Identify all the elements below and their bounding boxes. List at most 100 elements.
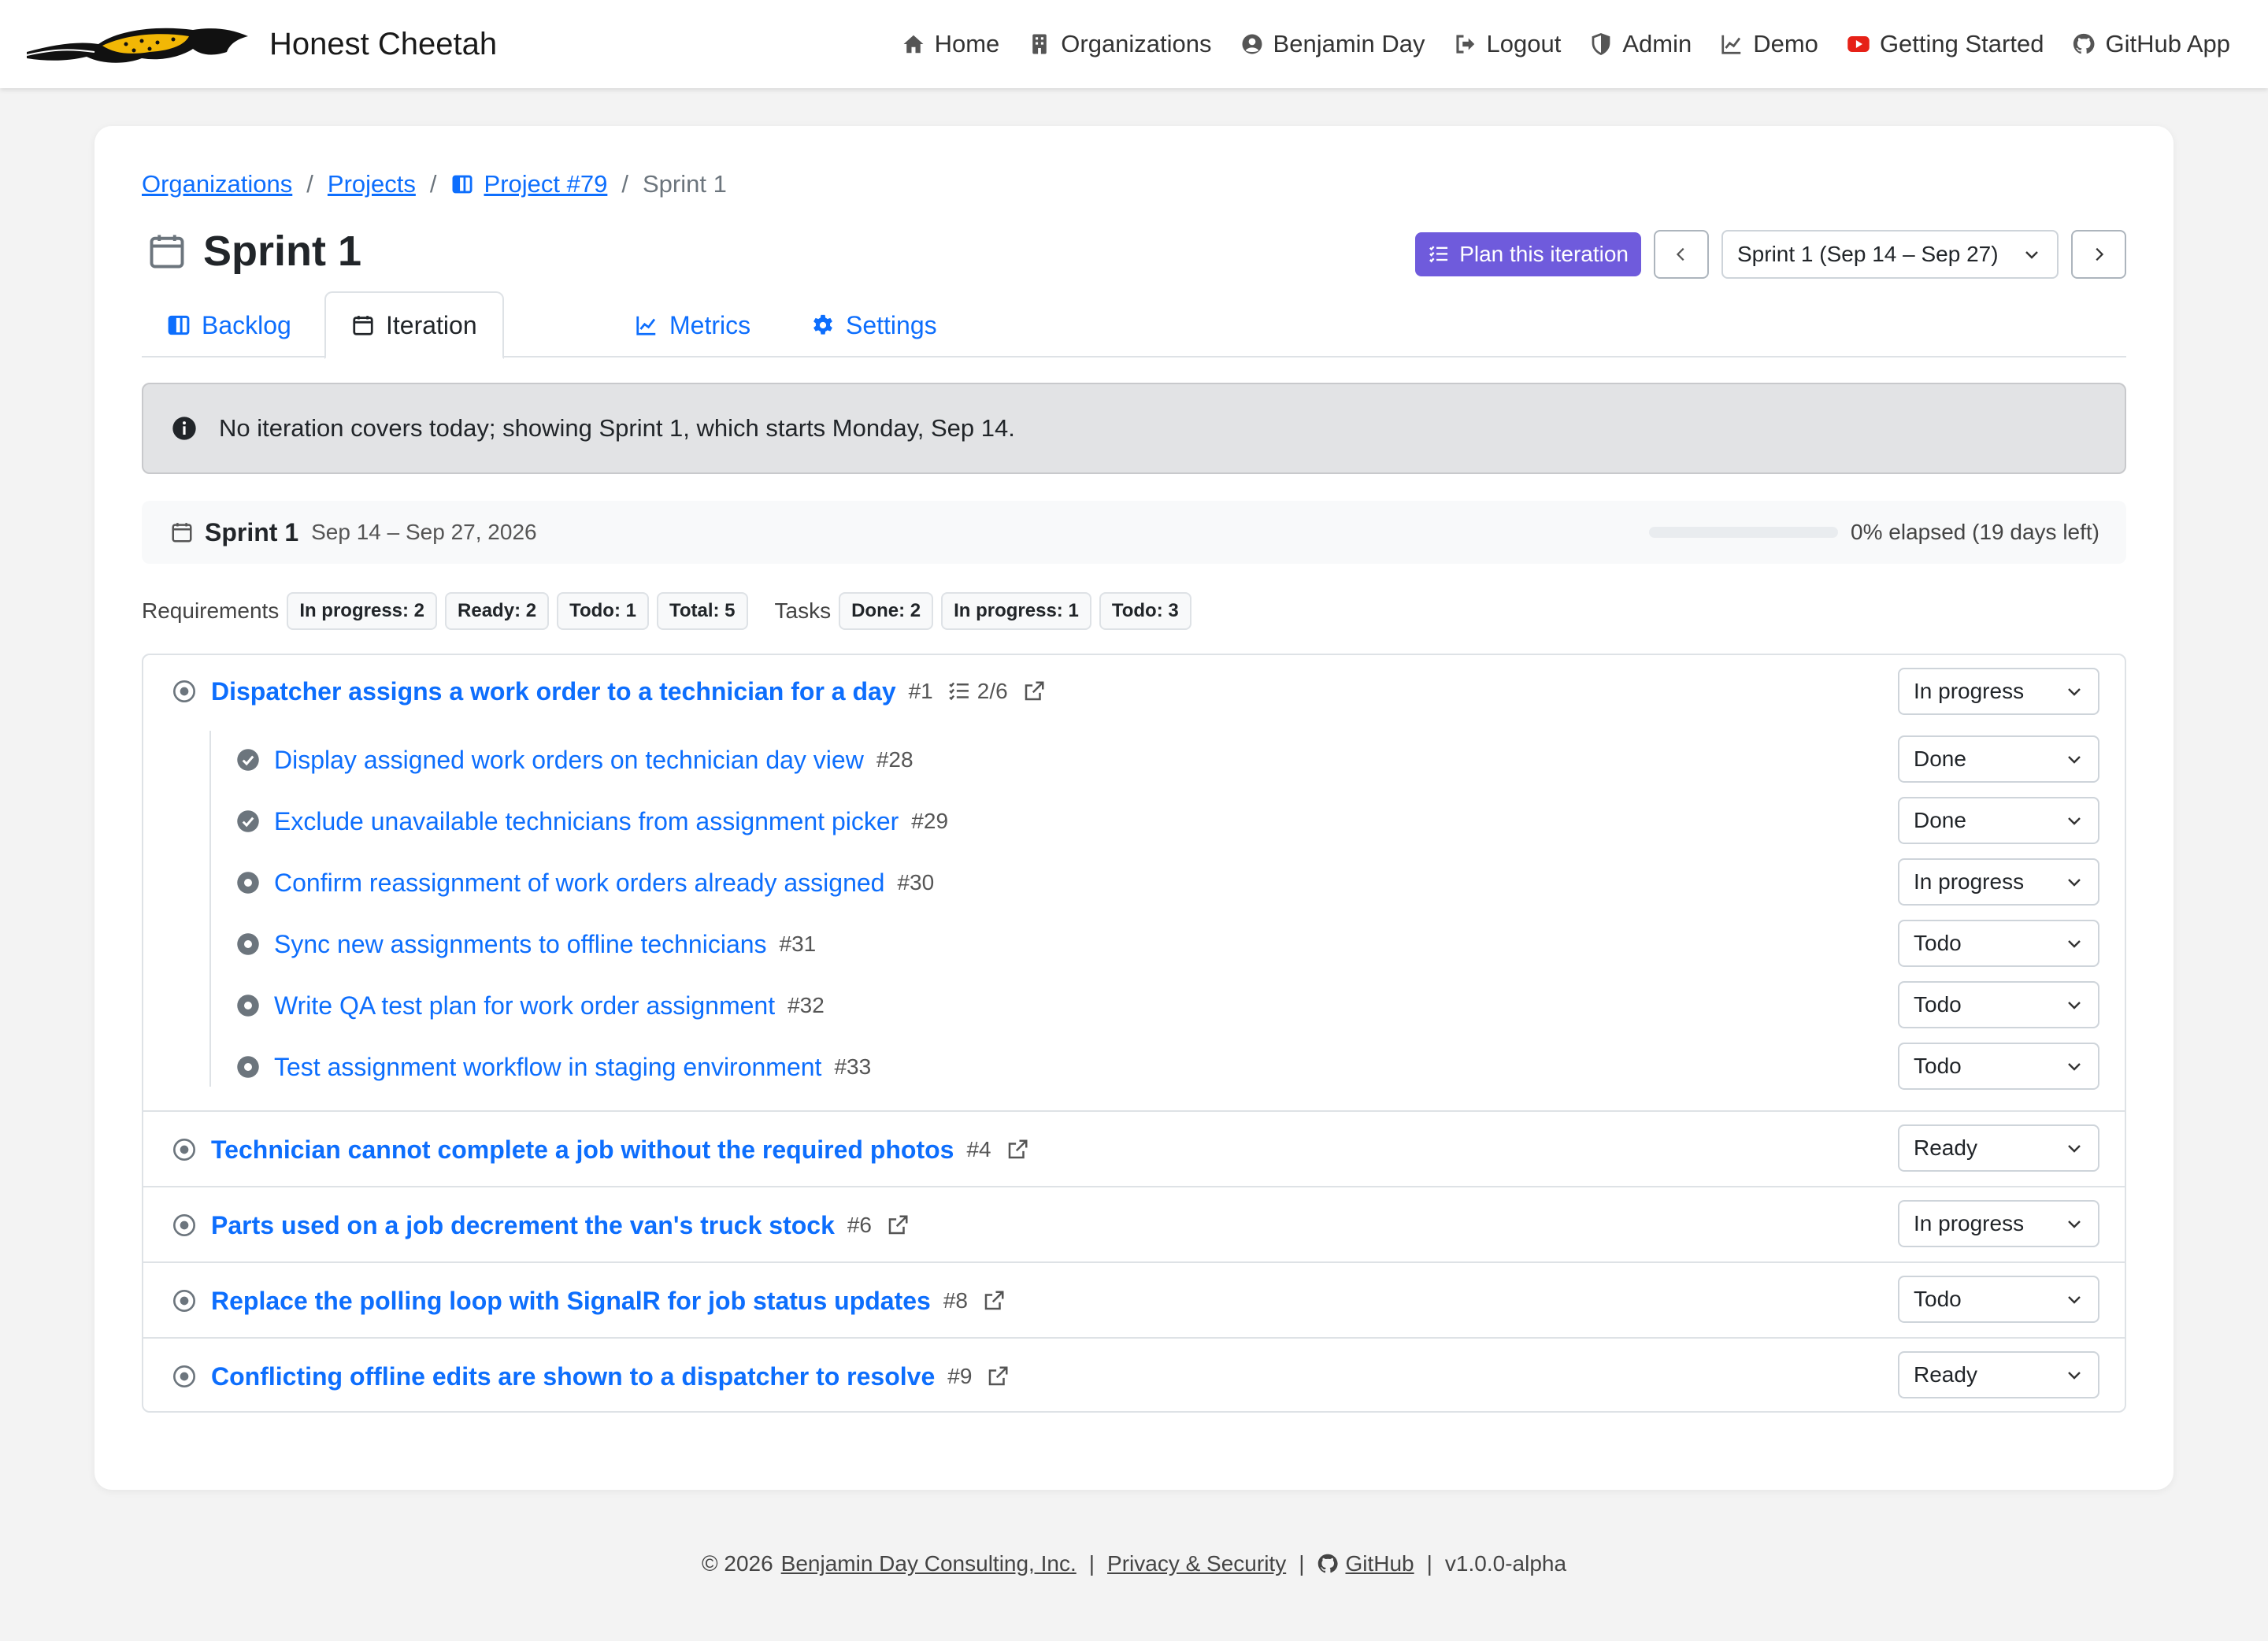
tab-settings-label: Settings	[846, 310, 937, 339]
requirement-title-link[interactable]: Technician cannot complete a job without…	[211, 1135, 954, 1165]
requirement-title-link[interactable]: Dispatcher assigns a work order to a tec…	[211, 677, 896, 706]
task-row: Test assignment workflow in staging envi…	[143, 1036, 2125, 1098]
elapsed-label: 0% elapsed (19 days left)	[1851, 520, 2099, 544]
task-title-link[interactable]: Display assigned work orders on technici…	[274, 746, 864, 775]
requirement-header: Parts used on a job decrement the van's …	[172, 1202, 910, 1249]
header-actions: Plan this iteration Sprint 1 (Sep 14 – S…	[1415, 230, 2126, 279]
footer-privacy-link[interactable]: Privacy & Security	[1107, 1551, 1286, 1576]
tab-iteration[interactable]: Iteration	[324, 291, 504, 359]
requirement-title-link[interactable]: Replace the polling loop with SignalR fo…	[211, 1287, 931, 1316]
top-navbar: Honest Cheetah Home Organizations Benjam…	[0, 0, 2268, 88]
tab-settings[interactable]: Settings	[786, 291, 962, 359]
previous-iteration-button[interactable]	[1654, 230, 1709, 279]
requirement-header: Technician cannot complete a job without…	[172, 1126, 1029, 1173]
nav-getting-started-label: Getting Started	[1879, 30, 2044, 57]
nav-admin[interactable]: Admin	[1589, 30, 1692, 58]
task-status-value: Todo	[1914, 992, 1962, 1017]
task-status-select[interactable]: Todo	[1898, 981, 2099, 1028]
requirement-number: #1	[908, 679, 933, 703]
breadcrumb-organizations[interactable]: Organizations	[142, 170, 292, 198]
nav-home[interactable]: Home	[902, 30, 999, 58]
task-title-link[interactable]: Test assignment workflow in staging envi…	[274, 1053, 821, 1082]
task-title-link[interactable]: Confirm reassignment of work orders alre…	[274, 869, 884, 898]
requirements-ready-badge: Ready: 2	[445, 592, 550, 630]
requirement-status-value: In progress	[1914, 1211, 2025, 1235]
requirement-status-icon	[173, 1214, 195, 1236]
nav-logout[interactable]: Logout	[1454, 30, 1561, 58]
task-status-select[interactable]: Todo	[1898, 1043, 2099, 1090]
task-number: #30	[897, 870, 935, 895]
info-icon	[172, 417, 196, 440]
sprint-dates: Sep 14 – Sep 27, 2026	[311, 520, 537, 544]
requirement-status-select[interactable]: In progress	[1898, 668, 2099, 715]
nav-github-app-label: GitHub App	[2105, 30, 2230, 57]
task-status-select[interactable]: In progress	[1898, 858, 2099, 906]
breadcrumb-current: Sprint 1	[642, 170, 727, 198]
external-link-icon[interactable]	[1022, 680, 1046, 703]
breadcrumb-projects[interactable]: Projects	[328, 170, 416, 198]
plan-iteration-button[interactable]: Plan this iteration	[1415, 232, 1641, 276]
task-status-select[interactable]: Todo	[1898, 920, 2099, 967]
task-status-select[interactable]: Done	[1898, 797, 2099, 844]
chevron-left-icon	[1676, 247, 1684, 261]
nav-organizations[interactable]: Organizations	[1028, 30, 1212, 58]
github-icon	[1318, 1554, 1339, 1573]
nav-demo[interactable]: Demo	[1720, 30, 1818, 58]
nav-github-app[interactable]: GitHub App	[2072, 30, 2230, 58]
chevron-down-icon	[2068, 940, 2081, 948]
board-icon	[452, 175, 472, 194]
tab-backlog-label: Backlog	[202, 310, 291, 339]
task-status-select[interactable]: Done	[1898, 735, 2099, 783]
requirement-task-progress: 2/6	[976, 679, 1008, 703]
sprint-summary: Sprint 1 Sep 14 – Sep 27, 2026 0% elapse…	[142, 501, 2126, 564]
footer: © 2026 Benjamin Day Consulting, Inc. | P…	[0, 1551, 2268, 1576]
tab-metrics[interactable]: Metrics	[610, 291, 776, 359]
requirement-title-link[interactable]: Parts used on a job decrement the van's …	[211, 1211, 835, 1240]
requirement-status-select[interactable]: Todo	[1898, 1276, 2099, 1323]
tab-backlog[interactable]: Backlog	[142, 291, 317, 359]
task-header: Test assignment workflow in staging envi…	[236, 1036, 871, 1098]
requirement-status-value: In progress	[1914, 679, 2025, 703]
chevron-right-icon	[2096, 247, 2104, 261]
requirement-title-link[interactable]: Conflicting offline edits are shown to a…	[211, 1362, 935, 1391]
footer-github-link[interactable]: GitHub	[1345, 1551, 1414, 1576]
requirement-status-icon	[173, 1365, 195, 1387]
next-iteration-button[interactable]	[2071, 230, 2126, 279]
building-icon	[1032, 34, 1047, 54]
task-title-link[interactable]: Exclude unavailable technicians from ass…	[274, 807, 899, 836]
chart-line-icon	[1721, 35, 1741, 54]
nav-getting-started[interactable]: Getting Started	[1847, 30, 2044, 58]
requirement-number: #6	[847, 1213, 873, 1237]
external-link-icon[interactable]	[886, 1213, 910, 1237]
task-title-link[interactable]: Sync new assignments to offline technici…	[274, 930, 767, 959]
task-row: Sync new assignments to offline technici…	[143, 913, 2125, 975]
external-link-icon[interactable]	[986, 1365, 1010, 1388]
task-status-value: In progress	[1914, 869, 2025, 894]
task-status-value: Todo	[1914, 931, 1962, 955]
requirement-number: #4	[966, 1137, 991, 1161]
task-header: Confirm reassignment of work orders alre…	[236, 852, 934, 913]
requirement-status-select[interactable]: In progress	[1898, 1200, 2099, 1247]
breadcrumb-project[interactable]: Project #79	[484, 170, 608, 198]
nav-user[interactable]: Benjamin Day	[1240, 30, 1425, 58]
requirement-status-select[interactable]: Ready	[1898, 1124, 2099, 1172]
nav-user-label: Benjamin Day	[1273, 30, 1425, 57]
task-title-link[interactable]: Write QA test plan for work order assign…	[274, 991, 775, 1021]
task-row: Display assigned work orders on technici…	[143, 729, 2125, 791]
youtube-icon	[1847, 36, 1870, 52]
footer-copyright: © 2026	[701, 1551, 773, 1576]
external-link-icon[interactable]	[1006, 1138, 1029, 1161]
iteration-select[interactable]: Sprint 1 (Sep 14 – Sep 27)	[1721, 230, 2059, 279]
footer-company-link[interactable]: Benjamin Day Consulting, Inc.	[781, 1551, 1077, 1576]
requirements-in-progress-badge: In progress: 2	[287, 592, 438, 630]
task-header: Write QA test plan for work order assign…	[236, 975, 825, 1036]
requirement-status-select[interactable]: Ready	[1898, 1351, 2099, 1398]
external-link-icon[interactable]	[982, 1289, 1006, 1313]
shield-icon	[1592, 33, 1610, 56]
brand[interactable]: Honest Cheetah	[24, 20, 497, 68]
requirement-status-value: Ready	[1914, 1135, 1977, 1160]
chevron-down-icon	[2068, 1063, 2081, 1071]
plan-iteration-label: Plan this iteration	[1459, 242, 1629, 266]
breadcrumb-separator: /	[429, 170, 437, 198]
chevron-down-icon	[2068, 1296, 2081, 1304]
